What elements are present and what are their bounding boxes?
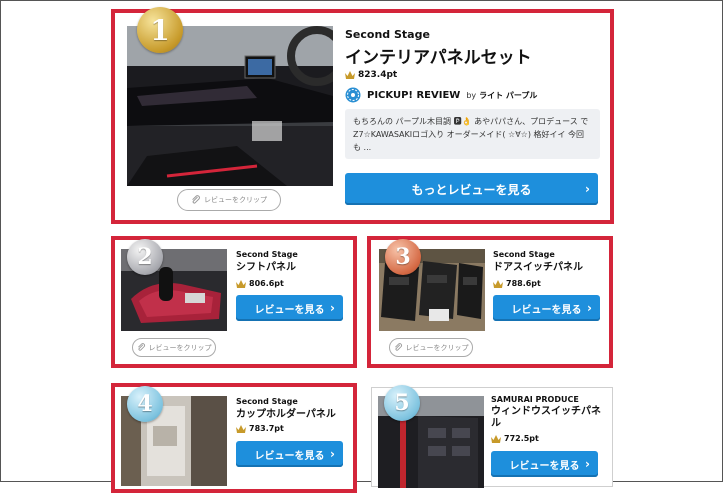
score-value: 783.7pt (249, 424, 284, 433)
rank-3-medal-icon: 3 (385, 239, 421, 275)
pickup-label: PICKUP! REVIEW (367, 89, 461, 101)
clip-review-button[interactable]: レビューをクリップ (177, 189, 281, 211)
crown-icon (491, 434, 501, 443)
crown-icon (236, 279, 246, 288)
clip-label: レビューをクリップ (148, 343, 212, 352)
view-review-label: レビューを見る (509, 460, 580, 472)
paperclip-icon (137, 343, 145, 351)
chevron-right-icon: › (585, 457, 590, 471)
rank-4-medal-icon: 4 (127, 386, 163, 422)
crown-icon (236, 424, 246, 433)
rank-1-medal-icon: 1 (137, 7, 183, 53)
view-review-label: レビューを見る (254, 304, 325, 316)
ranking-card-5: 5 SAMURAI PRODUCE ウィンドウスイッチパネル 772.5pt レ… (371, 385, 613, 488)
view-review-button[interactable]: レビューを見る › (493, 295, 600, 321)
view-review-label: レビューを見る (511, 304, 582, 316)
crown-icon (345, 71, 355, 79)
score-value: 772.5pt (504, 434, 539, 443)
score: 783.7pt (236, 424, 284, 433)
clip-review-button[interactable]: レビューをクリップ (132, 338, 216, 357)
more-reviews-label: もっとレビューを見る (411, 182, 532, 197)
score-value: 806.6pt (249, 279, 284, 288)
rank-2-medal-icon: 2 (127, 239, 163, 275)
ranking-card-4: 4 Second Stage カップホルダーパネル 783.7pt レビューを見… (111, 383, 357, 493)
product-brand: Second Stage (236, 397, 298, 406)
product-title[interactable]: ドアスイッチパネル (493, 262, 583, 274)
pickup-review-header: PICKUP! REVIEW by ライト パープル (345, 87, 537, 103)
chevron-right-icon: › (587, 301, 592, 315)
score: 788.6pt (493, 279, 541, 288)
view-review-button[interactable]: レビューを見る › (236, 295, 343, 321)
pickup-badge-icon (345, 87, 361, 103)
product-brand: Second Stage (236, 250, 298, 259)
more-reviews-button[interactable]: もっとレビューを見る › (345, 173, 598, 205)
score-value: 823.4pt (358, 70, 398, 80)
clip-label: レビューをクリップ (405, 343, 469, 352)
rank-5-medal-icon: 5 (384, 385, 420, 421)
product-title[interactable]: カップホルダーパネル (236, 409, 336, 421)
paperclip-icon (394, 343, 402, 351)
chevron-right-icon: › (330, 447, 335, 461)
paperclip-icon (192, 195, 200, 204)
product-brand: Second Stage (345, 28, 430, 41)
score: 806.6pt (236, 279, 284, 288)
product-title[interactable]: インテリアパネルセット (345, 43, 532, 68)
crown-icon (493, 279, 503, 288)
product-title[interactable]: ウィンドウスイッチパネル (491, 406, 603, 430)
product-title[interactable]: シフトパネル (236, 262, 296, 274)
pickup-reviewer[interactable]: ライト パープル (479, 90, 537, 101)
pickup-by: by (466, 90, 477, 100)
clip-review-button[interactable]: レビューをクリップ (389, 338, 473, 357)
chevron-right-icon: › (585, 182, 590, 196)
review-excerpt: もちろんの パープル木目調 🅿👌 あやパパさん、プロデュース で Z7☆KAWA… (353, 117, 589, 152)
ranking-card-1: 1 Second Stage インテリアパネルセット 823.4pt PICKU… (111, 7, 614, 224)
score: 823.4pt (345, 70, 397, 80)
product-brand: SAMURAI PRODUCE (491, 395, 579, 404)
pickup-review-text[interactable]: もちろんの パープル木目調 🅿👌 あやパパさん、プロデュース で Z7☆KAWA… (345, 109, 600, 159)
view-review-button[interactable]: レビューを見る › (236, 441, 343, 467)
clip-label: レビューをクリップ (204, 196, 267, 204)
ranking-card-3: 3 Second Stage ドアスイッチパネル 788.6pt レビューを見る… (367, 236, 613, 368)
chevron-right-icon: › (330, 301, 335, 315)
view-review-label: レビューを見る (254, 450, 325, 462)
product-brand: Second Stage (493, 250, 555, 259)
view-review-button[interactable]: レビューを見る › (491, 451, 598, 477)
score: 772.5pt (491, 434, 539, 443)
ranking-card-2: 2 Second Stage シフトパネル 806.6pt レビューを見る › … (111, 236, 357, 368)
score-value: 788.6pt (506, 279, 541, 288)
